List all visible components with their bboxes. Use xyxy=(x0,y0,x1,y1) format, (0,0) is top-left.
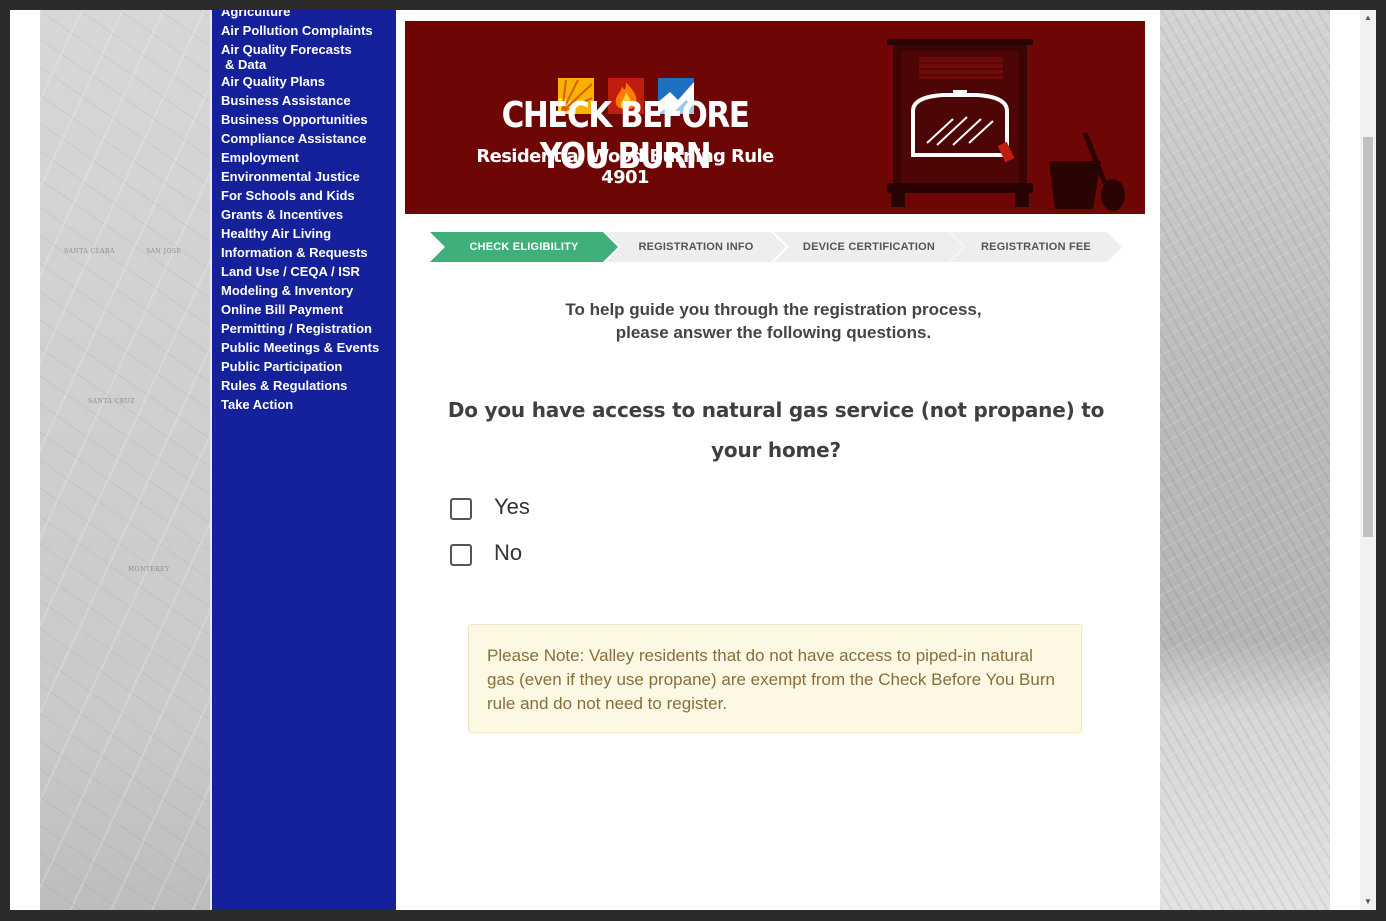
note-text: Please Note: Valley residents that do no… xyxy=(487,646,1055,713)
sidebar-item-business-assistance[interactable]: Business Assistance xyxy=(221,91,379,110)
step-label: REGISTRATION INFO xyxy=(638,241,754,253)
step-label: CHECK ELIGIBILITY xyxy=(469,241,579,253)
step-device-certification[interactable]: DEVICE CERTIFICATION xyxy=(774,232,964,262)
sidebar-item-take-action[interactable]: Take Action xyxy=(221,395,379,414)
sidebar-item-public-participation[interactable]: Public Participation xyxy=(221,357,379,376)
intro-text: To help guide you through the registrati… xyxy=(496,298,1051,344)
option-label: Yes xyxy=(494,494,530,519)
sidebar-item-environmental-justice[interactable]: Environmental Justice xyxy=(221,167,379,186)
map-label: SANTA CLARA xyxy=(64,248,115,255)
sidebar-item-business-opportunities[interactable]: Business Opportunities xyxy=(221,110,379,129)
sidebar-item-agriculture[interactable]: Agriculture xyxy=(221,10,379,21)
background-map-left: SANTA CLARA SAN JOSE SANTA CRUZ MONTEREY xyxy=(40,10,210,910)
page-scrollbar[interactable]: ▲ ▼ xyxy=(1360,10,1376,910)
sidebar-item-grants-incentives[interactable]: Grants & Incentives xyxy=(221,205,379,224)
browser-page: SANTA CLARA SAN JOSE SANTA CRUZ MONTEREY… xyxy=(10,10,1360,910)
sidebar-item-online-bill-payment[interactable]: Online Bill Payment xyxy=(221,300,379,319)
step-registration-info[interactable]: REGISTRATION INFO xyxy=(606,232,786,262)
option-no[interactable]: No xyxy=(450,540,570,571)
sidebar-item-land-use[interactable]: Land Use / CEQA / ISR xyxy=(221,262,379,281)
sidebar-item-compliance-assistance[interactable]: Compliance Assistance xyxy=(221,129,379,148)
scroll-up-arrow-icon[interactable]: ▲ xyxy=(1360,10,1376,26)
intro-line-1: To help guide you through the registrati… xyxy=(565,300,982,319)
sidebar-item-air-quality-forecasts[interactable]: Air Quality Forecasts & Data xyxy=(221,40,379,72)
sidebar-menu: Agriculture Air Pollution Complaints Air… xyxy=(221,10,379,414)
registration-steps: CHECK ELIGIBILITY REGISTRATION INFO DEVI… xyxy=(430,232,1130,262)
option-yes[interactable]: Yes xyxy=(450,494,570,525)
yes-checkbox[interactable] xyxy=(450,498,472,520)
wood-stove-icon xyxy=(887,39,1125,211)
sidebar-item-label-line2: & Data xyxy=(225,57,267,72)
sidebar-item-employment[interactable]: Employment xyxy=(221,148,379,167)
question-heading: Do you have access to natural gas servic… xyxy=(447,398,1105,462)
note-alert: Please Note: Valley residents that do no… xyxy=(468,624,1082,733)
banner-subtitle: Residential Wood Burning Rule 4901 xyxy=(476,146,774,188)
map-label: SANTA CRUZ xyxy=(88,398,135,405)
sidebar-item-air-pollution-complaints[interactable]: Air Pollution Complaints xyxy=(221,21,379,40)
scroll-down-arrow-icon[interactable]: ▼ xyxy=(1360,894,1376,910)
step-check-eligibility[interactable]: CHECK ELIGIBILITY xyxy=(430,232,618,262)
sidebar-item-information-requests[interactable]: Information & Requests xyxy=(221,243,379,262)
sidebar-item-schools-kids[interactable]: For Schools and Kids xyxy=(221,186,379,205)
intro-line-2: please answer the following questions. xyxy=(615,323,932,342)
check-before-you-burn-banner: CHECK BEFORE YOU BURN Residential Wood B… xyxy=(405,21,1145,214)
sidebar-item-air-quality-plans[interactable]: Air Quality Plans xyxy=(221,72,379,91)
step-registration-fee[interactable]: REGISTRATION FEE xyxy=(950,232,1122,262)
map-label: MONTEREY xyxy=(128,566,170,573)
main-content: CHECK BEFORE YOU BURN Residential Wood B… xyxy=(396,10,1160,910)
step-label: REGISTRATION FEE xyxy=(981,241,1091,253)
no-checkbox[interactable] xyxy=(450,544,472,566)
sidebar-item-modeling-inventory[interactable]: Modeling & Inventory xyxy=(221,281,379,300)
sidebar-item-rules-regulations[interactable]: Rules & Regulations xyxy=(221,376,379,395)
sidebar-item-healthy-air-living[interactable]: Healthy Air Living xyxy=(221,224,379,243)
sidebar-item-public-meetings[interactable]: Public Meetings & Events xyxy=(221,338,379,357)
option-label: No xyxy=(494,540,523,565)
scrollbar-thumb[interactable] xyxy=(1363,137,1373,537)
map-label: SAN JOSE xyxy=(146,248,182,255)
sidebar-item-permitting-registration[interactable]: Permitting / Registration xyxy=(221,319,379,338)
step-label: DEVICE CERTIFICATION xyxy=(802,241,936,253)
sidebar-nav: Agriculture Air Pollution Complaints Air… xyxy=(210,10,398,910)
background-map-right xyxy=(1160,10,1330,910)
sidebar-item-label: Air Quality Forecasts xyxy=(221,42,352,57)
